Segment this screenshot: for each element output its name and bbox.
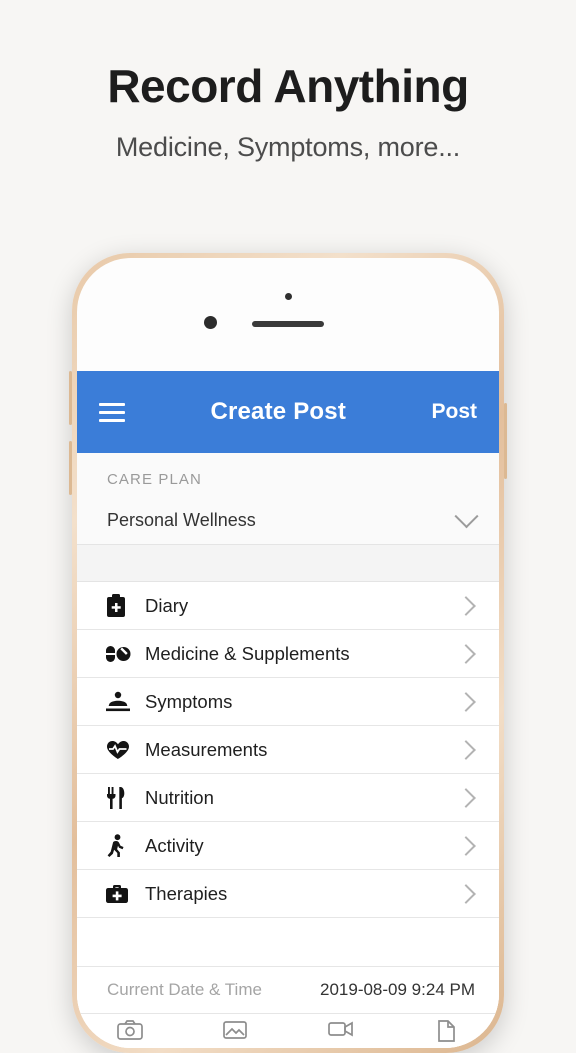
chevron-right-icon [456,643,476,664]
chevron-down-icon [454,503,479,528]
phone-screen-bezel: Create Post Post CARE PLAN Personal Well… [77,258,499,1048]
list-item-measurements[interactable]: Measurements [77,726,499,774]
list-item-nutrition[interactable]: Nutrition [77,774,499,822]
chevron-right-icon [456,691,476,712]
list-item-label: Activity [145,834,204,856]
list-item-diary[interactable]: Diary [77,582,499,630]
image-gallery-icon[interactable] [183,1020,289,1040]
care-plan-select[interactable]: Personal Wellness [77,496,499,545]
hamburger-menu-icon[interactable] [99,402,125,422]
current-datetime-row[interactable]: Current Date & Time 2019-08-09 9:24 PM [77,966,499,1014]
page-subtitle: Medicine, Symptoms, more... [115,132,461,163]
symptoms-person-icon [105,691,139,713]
volume-down-button [69,441,72,495]
list-item-label: Diary [145,594,189,616]
chevron-right-icon [456,595,476,616]
attachment-tab-bar [77,1014,499,1048]
current-datetime-value: 2019-08-09 9:24 PM [320,980,475,999]
phone-mockup: Create Post Post CARE PLAN Personal Well… [69,253,507,1053]
promo-section: Record Anything Medicine, Symptoms, more… [0,0,576,163]
care-plan-value: Personal Wellness [107,509,256,530]
app-screen: Create Post Post CARE PLAN Personal Well… [77,371,499,1048]
list-item-therapies[interactable]: Therapies [77,870,499,918]
list-item-activity[interactable]: Activity [77,822,499,870]
list-item-label: Nutrition [145,786,214,808]
current-datetime-label: Current Date & Time [107,980,262,999]
section-gap [77,545,499,582]
chevron-right-icon [456,835,476,856]
medical-bag-icon [105,883,139,905]
app-bar: Create Post Post [77,371,499,453]
earpiece-speaker [252,321,324,327]
heart-measure-icon [105,739,139,761]
front-camera-icon [204,316,217,329]
chevron-right-icon [456,787,476,808]
pill-capsule-icon [105,643,139,665]
list-item-medicine-supplements[interactable]: Medicine & Supplements [77,630,499,678]
care-plan-label: CARE PLAN [77,453,499,496]
fork-knife-icon [105,786,139,810]
power-button [504,403,507,479]
video-icon[interactable] [288,1020,394,1038]
list-item-label: Therapies [145,882,228,904]
camera-icon[interactable] [77,1020,183,1040]
document-icon[interactable] [394,1020,500,1042]
proximity-sensor-icon [285,293,292,300]
running-person-icon [105,833,139,858]
volume-up-button [69,371,72,425]
app-bar-title: Create Post [210,398,347,425]
list-item-symptoms[interactable]: Symptoms [77,678,499,726]
chevron-right-icon [456,739,476,760]
list-bottom-spacer [77,918,499,966]
diary-clipboard-icon [105,593,139,618]
list-item-label: Medicine & Supplements [145,642,350,664]
list-item-label: Measurements [145,738,268,760]
page-title: Record Anything [107,60,469,112]
chevron-right-icon [456,883,476,904]
list-item-label: Symptoms [145,690,233,712]
post-button[interactable]: Post [431,400,477,424]
